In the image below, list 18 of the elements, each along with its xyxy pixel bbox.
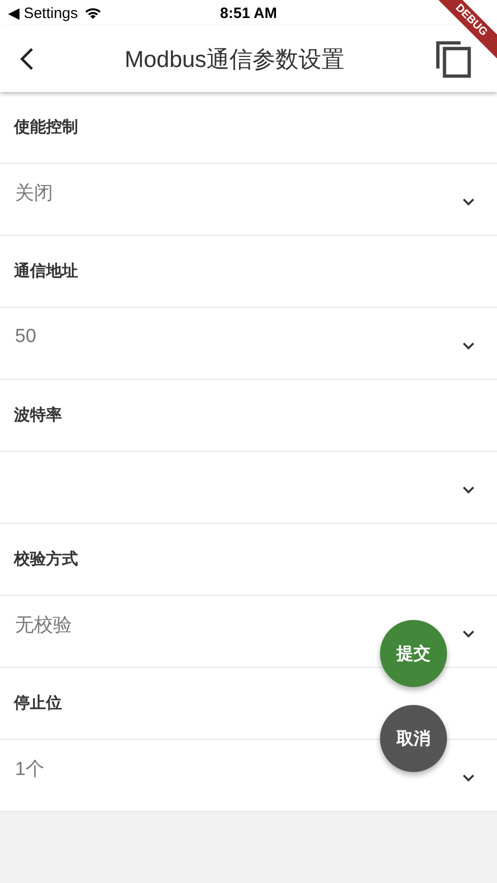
- wifi-icon: [84, 6, 102, 20]
- field-label: 校验方式: [14, 549, 78, 570]
- chevron-down-icon: [462, 198, 475, 206]
- back-to-settings-link[interactable]: ◀ Settings: [8, 4, 78, 22]
- field-label: 停止位: [14, 694, 62, 714]
- dropdown-field[interactable]: 关闭: [0, 164, 497, 236]
- copy-icon[interactable]: [435, 39, 473, 79]
- chevron-down-icon: [462, 630, 475, 638]
- chevron-down-icon: [462, 774, 475, 782]
- status-time: 8:51 AM: [219, 4, 278, 22]
- field-label: 通信地址: [14, 261, 78, 282]
- chevron-down-icon: [462, 486, 475, 494]
- page-title: Modbus通信参数设置: [124, 44, 346, 74]
- field-label: 波特率: [14, 405, 62, 426]
- field-label: 使能控制: [14, 118, 78, 138]
- chevron-down-icon: [462, 342, 475, 350]
- back-icon[interactable]: [20, 47, 34, 71]
- dropdown-field[interactable]: 50: [0, 308, 497, 380]
